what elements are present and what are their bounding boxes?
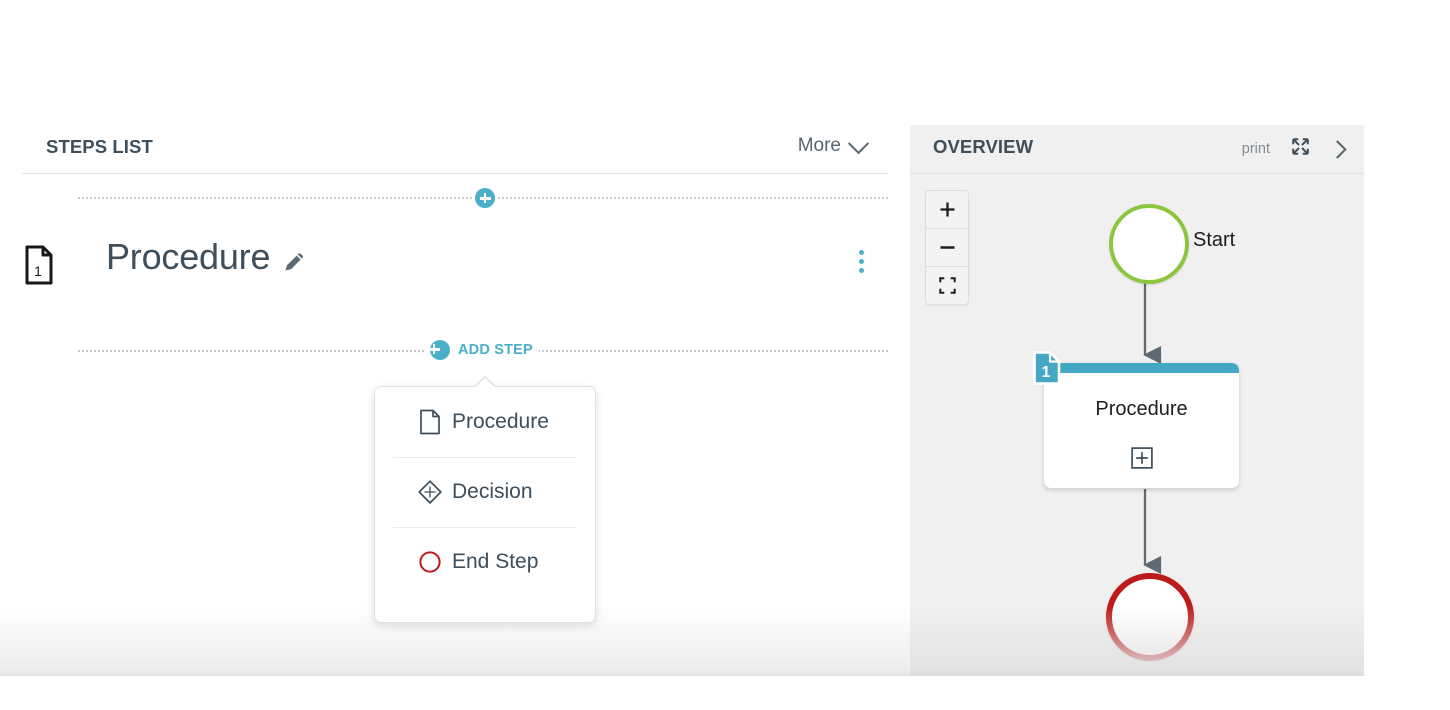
chevron-right-icon[interactable] xyxy=(1328,139,1347,159)
menu-item-decision[interactable]: Decision xyxy=(375,457,595,527)
steps-list-header: STEPS LIST More xyxy=(22,132,888,174)
svg-text:1: 1 xyxy=(34,263,42,279)
zoom-controls xyxy=(925,190,969,305)
zoom-out-button[interactable] xyxy=(926,228,968,266)
step-number-badge: 1 xyxy=(1032,350,1062,386)
start-node[interactable] xyxy=(1109,204,1189,284)
add-step-label: ADD STEP xyxy=(458,342,533,358)
kebab-dot xyxy=(858,268,864,273)
expand-arrows-icon[interactable] xyxy=(1292,138,1309,160)
print-button[interactable]: print xyxy=(1242,141,1270,157)
more-menu-label: More xyxy=(797,135,841,156)
plus-icon xyxy=(940,202,954,217)
plus-circle-icon xyxy=(430,340,450,360)
circle-outline-icon xyxy=(417,549,443,575)
more-menu-button[interactable]: More xyxy=(797,132,870,157)
step-row[interactable]: 1 Procedure xyxy=(22,236,888,304)
menu-item-label: Procedure xyxy=(452,410,549,433)
overview-title: OVERVIEW xyxy=(933,136,1034,157)
procedure-node-header-bar xyxy=(1044,363,1239,373)
diamond-icon xyxy=(417,479,443,505)
add-step-button[interactable]: ADD STEP xyxy=(424,339,539,361)
document-icon: 1 xyxy=(24,245,54,285)
menu-item-label: End Step xyxy=(452,550,539,573)
page-title: STEPS LIST xyxy=(46,136,153,157)
end-node[interactable] xyxy=(1106,573,1194,661)
zoom-in-button[interactable] xyxy=(926,191,968,228)
overview-header: OVERVIEW print xyxy=(910,125,1364,174)
flowchart-diagram: Start 1 Procedure xyxy=(910,173,1364,676)
pencil-icon[interactable] xyxy=(282,250,306,274)
minus-icon xyxy=(940,246,954,249)
document-outline-icon xyxy=(417,409,443,435)
kebab-dot xyxy=(858,259,864,264)
procedure-node[interactable]: 1 Procedure xyxy=(1033,351,1239,488)
plus-box-icon[interactable] xyxy=(1130,447,1153,469)
menu-item-procedure[interactable]: Procedure xyxy=(375,387,595,457)
kebab-menu-icon[interactable] xyxy=(850,250,872,278)
fit-to-screen-button[interactable] xyxy=(926,266,968,304)
add-step-top-button[interactable] xyxy=(475,188,495,208)
fit-to-screen-icon xyxy=(938,277,956,294)
menu-item-label: Decision xyxy=(452,480,533,503)
chevron-down-icon xyxy=(847,132,870,154)
start-node-label: Start xyxy=(1193,229,1236,251)
add-step-dropdown-menu: Procedure Decision End Step xyxy=(374,376,596,623)
overview-actions: print xyxy=(1242,138,1347,160)
overview-panel: OVERVIEW print Start 1 Procedure xyxy=(910,125,1364,676)
step-name-label: Procedure xyxy=(106,236,271,277)
menu-item-end-step[interactable]: End Step xyxy=(375,527,595,597)
kebab-dot xyxy=(858,250,864,255)
procedure-node-label: Procedure xyxy=(1095,398,1188,420)
svg-text:1: 1 xyxy=(1042,364,1051,381)
